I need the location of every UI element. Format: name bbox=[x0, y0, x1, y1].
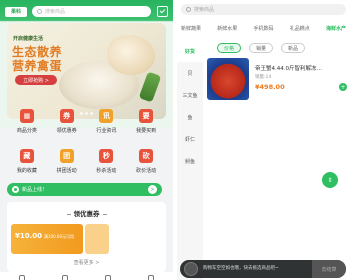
app-logo[interactable]: 果科 bbox=[5, 6, 27, 17]
nav-item[interactable]: 讯行业资讯 bbox=[87, 104, 127, 144]
nav-item[interactable]: 券领优惠券 bbox=[47, 104, 87, 144]
coupon-card[interactable]: ¥10.00 满100.00元可用 bbox=[11, 224, 83, 254]
sidebar-item[interactable]: 虾仁 bbox=[177, 128, 203, 150]
float-action-button[interactable]: ⇕ bbox=[322, 172, 338, 188]
product-name: 帝王蟹4.44.0斤智利解冻… bbox=[255, 66, 322, 72]
nav-item[interactable]: 秒秒杀活动 bbox=[87, 144, 127, 184]
nav-item-label: 砍价活动 bbox=[136, 168, 157, 174]
category-tabs: 新鲜蔬果 新鲜水果 手机数码 礼品糕点 海鲜水产 bbox=[177, 25, 350, 35]
coupon-condition: 满100.00元可用 bbox=[44, 234, 74, 239]
category-tab[interactable]: 礼品糕点 bbox=[290, 25, 310, 35]
nav-item-label: 行业资讯 bbox=[96, 128, 117, 134]
group-icon: 团 bbox=[59, 149, 74, 163]
home-header: 果科 搜索商品 bbox=[5, 4, 168, 19]
sidebar-item[interactable]: 三文鱼 bbox=[177, 84, 203, 106]
coupon-icon: 券 bbox=[59, 109, 74, 123]
category-search-placeholder: 搜索商品 bbox=[194, 7, 215, 13]
checkout-button[interactable]: 去结算 bbox=[312, 260, 346, 278]
want-icon: 要 bbox=[139, 109, 154, 123]
cart-tab-icon[interactable] bbox=[105, 275, 112, 280]
cart-icon[interactable] bbox=[184, 262, 198, 276]
product-sales: 销量:14 bbox=[255, 75, 272, 80]
category-tab[interactable]: 新鲜水果 bbox=[217, 25, 237, 35]
nav-item-label: 我的收藏 bbox=[16, 168, 37, 174]
category-tab[interactable]: 海鲜水产 bbox=[326, 25, 346, 35]
profile-tab-icon[interactable] bbox=[148, 275, 155, 280]
sidebar-item[interactable]: 鲟鱼 bbox=[177, 150, 203, 172]
coupon-section: 领优惠券 ¥10.00 满100.00元可用 查看更多 > bbox=[7, 202, 166, 272]
search-icon bbox=[186, 7, 191, 12]
sort-chip[interactable]: 新品 bbox=[281, 43, 306, 53]
category-search-input[interactable]: 搜索商品 bbox=[181, 4, 346, 15]
news-icon: 讯 bbox=[99, 109, 114, 123]
banner-subtitle: 开启健康生活 bbox=[13, 36, 44, 42]
home-tab-icon[interactable] bbox=[18, 275, 25, 280]
search-placeholder: 搜索商品 bbox=[45, 9, 66, 15]
notice-arrow-icon: > bbox=[148, 185, 157, 194]
nav-item-label: 领优惠券 bbox=[56, 128, 77, 134]
banner-buy-button[interactable]: 立即抢购 > bbox=[15, 75, 57, 85]
feature-nav-grid: ▦ 商品分类券领优惠券讯行业资讯要我要买到藏我的收藏团拼团活动秒秒杀活动砍砍价活动 bbox=[7, 104, 166, 184]
category-tab-icon[interactable] bbox=[61, 275, 68, 280]
coupon-more-link[interactable]: 查看更多 > bbox=[7, 259, 166, 266]
product-price: ¥498.00 bbox=[255, 83, 285, 91]
nav-item-label: 商品分类 bbox=[16, 128, 37, 134]
nav-item[interactable]: 团拼团活动 bbox=[47, 144, 87, 184]
coupon-amount: ¥10.00 bbox=[15, 232, 43, 240]
sort-filters: 价格 销量 新品 bbox=[217, 43, 313, 53]
home-screen: 果科 搜索商品 开启健康生活 生态散养 营养禽蛋 立即抢购 > ▦ 商品分类券领优… bbox=[0, 0, 173, 280]
nav-item-label: 拼团活动 bbox=[56, 168, 77, 174]
banner-vegetable-image bbox=[138, 71, 162, 103]
search-icon bbox=[37, 9, 42, 14]
cart-bar: 购物车空空如也哦，快去挑选商品吧~ 去结算 bbox=[180, 260, 346, 278]
nav-item[interactable]: 要我要买到 bbox=[126, 104, 166, 144]
coupon-card-next[interactable] bbox=[85, 224, 109, 254]
category-tab[interactable]: 新鲜蔬果 bbox=[181, 25, 201, 35]
sidebar-item[interactable]: 好货 bbox=[177, 40, 203, 62]
nav-item[interactable]: ▦ 商品分类 bbox=[7, 104, 47, 144]
checkin-icon[interactable] bbox=[157, 6, 168, 17]
add-to-cart-button[interactable]: + bbox=[339, 83, 347, 91]
notice-text: 新品上线！ bbox=[22, 187, 48, 193]
product-image bbox=[207, 58, 249, 100]
category-tab[interactable]: 手机数码 bbox=[253, 25, 273, 35]
search-input[interactable]: 搜索商品 bbox=[32, 6, 151, 17]
subcategory-sidebar: 好货贝三文鱼鱼虾仁 鲟鱼 bbox=[177, 40, 203, 280]
sort-chip[interactable]: 销量 bbox=[249, 43, 274, 53]
nav-item[interactable]: 藏我的收藏 bbox=[7, 144, 47, 184]
nav-item-label: 秒杀活动 bbox=[96, 168, 117, 174]
bottom-tabbar bbox=[0, 272, 173, 280]
favorite-icon: 藏 bbox=[19, 149, 34, 163]
coupon-section-title: 领优惠券 bbox=[7, 208, 166, 218]
banner-chicken-image bbox=[107, 35, 155, 75]
notice-bar[interactable]: 新品上线！ > bbox=[7, 183, 162, 196]
flash-sale-icon: 秒 bbox=[99, 149, 114, 163]
nav-item[interactable]: 砍砍价活动 bbox=[126, 144, 166, 184]
bell-icon bbox=[12, 186, 19, 193]
category-icon: ▦ bbox=[19, 109, 34, 123]
category-screen: 搜索商品 新鲜蔬果 新鲜水果 手机数码 礼品糕点 海鲜水产 好货贝三文鱼鱼虾仁 鲟鱼 价格… bbox=[177, 0, 350, 280]
sidebar-item[interactable]: 鱼 bbox=[177, 106, 203, 128]
sidebar-item[interactable]: 贝 bbox=[177, 62, 203, 84]
bargain-icon: 砍 bbox=[139, 149, 154, 163]
cart-empty-text: 购物车空空如也哦，快去挑选商品吧~ bbox=[203, 266, 279, 271]
nav-item-label: 我要买到 bbox=[136, 128, 157, 134]
sort-chip[interactable]: 价格 bbox=[217, 43, 242, 53]
banner-title-line2: 营养禽蛋 bbox=[12, 59, 63, 73]
product-item[interactable]: 帝王蟹4.44.0斤智利解冻… 销量:14 ¥498.00 + bbox=[207, 58, 347, 102]
